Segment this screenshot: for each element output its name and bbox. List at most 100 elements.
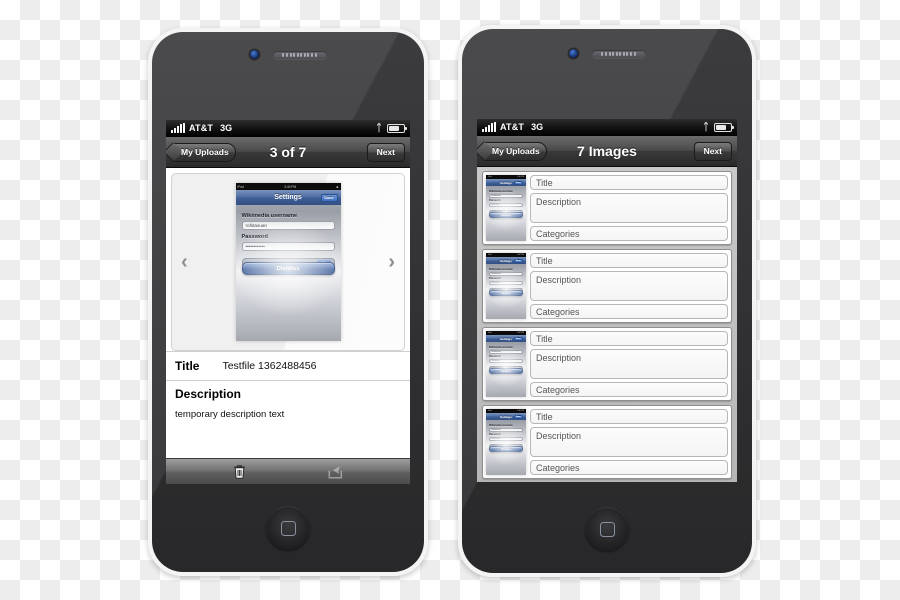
categories-input[interactable]: Categories [530, 460, 728, 475]
home-button-right[interactable] [585, 507, 629, 551]
categories-input[interactable]: Categories [530, 226, 728, 241]
phone-right-top-hardware [462, 49, 752, 58]
title-input[interactable]: Title [530, 331, 728, 346]
list-item[interactable]: iPod 3:40 PM Settings Done Wikimedia use… [482, 327, 732, 401]
nav-bar-right: My Uploads 7 Images Next [477, 136, 737, 167]
screenshot-nav-bar: Settings Done [235, 190, 341, 205]
screenshot-username-field: rohitaxuan [241, 221, 335, 230]
uploads-list[interactable]: iPod 3:40 PM Settings Done Wikimedia use… [477, 167, 737, 482]
my-uploads-back-button[interactable]: My Uploads [171, 142, 236, 162]
thumb-done-button: Done [513, 180, 523, 185]
thumb-nav-bar: Settings Done [486, 257, 526, 264]
thumb-device-label: iPod [488, 332, 492, 334]
screenshot-time-label: 3:40 PM [284, 184, 297, 189]
phone-left-screen: AT&T 3G ᛏ My Uploads 3 of 7 Next ‹ iPod … [166, 120, 410, 484]
thumb-password-label: Password [489, 433, 501, 436]
front-camera-icon [568, 49, 578, 58]
carrier-label: AT&T [500, 122, 525, 132]
canvas: AT&T 3G ᛏ My Uploads 3 of 7 Next ‹ iPod … [0, 0, 900, 600]
thumb-time-label: 3:40 PM [517, 332, 524, 334]
thumb-username-label: Wikimedia username [489, 267, 513, 271]
carrier-label: AT&T [189, 123, 214, 133]
home-button-left[interactable] [266, 506, 310, 550]
bluetooth-icon: ᛏ [376, 122, 382, 134]
thumb-nav-bar: Settings Done [486, 413, 526, 420]
list-item-fields: Title Description Categories [530, 175, 728, 241]
list-item[interactable]: iPod 3:40 PM Settings Done Wikimedia use… [482, 405, 732, 479]
thumb-nav-title: Settings [500, 258, 512, 263]
thumb-password-field: •••••••••••• [489, 203, 523, 207]
phone-right-screen: AT&T 3G ᛏ My Uploads 7 Images Next iPod … [477, 119, 737, 482]
description-label: Description [166, 380, 410, 404]
network-type-label: 3G [531, 122, 544, 132]
next-image-arrow-icon[interactable]: › [388, 252, 395, 272]
list-item[interactable]: iPod 3:40 PM Settings Done Wikimedia use… [482, 171, 732, 245]
description-input[interactable]: Description [530, 193, 728, 223]
thumb-done-button: Done [513, 258, 523, 263]
description-input[interactable]: Description [530, 349, 728, 379]
thumb-username-label: Wikimedia username [489, 345, 513, 349]
title-row[interactable]: Title Testfile 1362488456 [166, 351, 410, 380]
description-input[interactable]: Description [530, 271, 728, 301]
share-icon[interactable] [328, 465, 343, 479]
title-input[interactable]: Title [530, 409, 728, 424]
screenshot-password-label: Password [241, 234, 268, 240]
screenshot-battery-icon: ■ [336, 184, 339, 189]
title-input[interactable]: Title [530, 253, 728, 268]
thumb-device-label: iPod [488, 410, 492, 412]
list-item[interactable]: iPod 3:40 PM Settings Done Wikimedia use… [482, 249, 732, 323]
screenshot-dismiss-button: Dismiss [241, 262, 335, 275]
thumb-nav-bar: Settings Done [486, 335, 526, 342]
next-button[interactable]: Next [693, 141, 732, 161]
uploaded-image-preview: iPod 3:40 PM ■ Settings Done Wikimedia u… [235, 183, 341, 341]
screenshot-username-label: Wikimedia username [241, 213, 298, 219]
screenshot-nav-title: Settings [274, 194, 302, 201]
list-item-fields: Title Description Categories [530, 331, 728, 397]
status-bar-right: AT&T 3G ᛏ [477, 119, 737, 136]
thumb-password-field: •••••••••••• [489, 437, 523, 441]
description-input[interactable]: Description [530, 427, 728, 457]
screenshot-form: Wikimedia username rohitaxuan Password •… [236, 205, 341, 341]
my-uploads-back-button[interactable]: My Uploads [482, 141, 547, 161]
status-bar-left: AT&T 3G ᛏ [166, 120, 410, 137]
thumb-nav-title: Settings [500, 336, 512, 341]
thumb-nav-title: Settings [500, 414, 512, 419]
battery-icon [387, 124, 408, 133]
image-preview-stage[interactable]: ‹ iPod 3:40 PM ■ Settings Done Wikimedia… [171, 173, 405, 351]
phone-left-top-hardware [152, 50, 424, 59]
phone-right: AT&T 3G ᛏ My Uploads 7 Images Next iPod … [458, 25, 756, 577]
previous-image-arrow-icon[interactable]: ‹ [181, 252, 188, 272]
thumb-password-label: Password [489, 199, 501, 202]
upload-thumbnail: iPod 3:40 PM Settings Done Wikimedia use… [486, 409, 526, 475]
next-button[interactable]: Next [366, 142, 405, 162]
upload-thumbnail: iPod 3:40 PM Settings Done Wikimedia use… [486, 175, 526, 241]
thumb-form: Wikimedia username rohitaxuan Password •… [486, 342, 526, 397]
status-bar-right-group: ᛏ [703, 122, 735, 133]
thumb-device-label: iPod [488, 176, 492, 178]
categories-input[interactable]: Categories [530, 382, 728, 397]
home-square-icon [599, 521, 615, 537]
thumb-dismiss-button: Dismiss [489, 290, 523, 296]
thumb-nav-title: Settings [500, 180, 512, 185]
thumb-dismiss-button: Dismiss [489, 368, 523, 374]
phone-left: AT&T 3G ᛏ My Uploads 3 of 7 Next ‹ iPod … [148, 28, 428, 576]
screenshot-status-bar: iPod 3:40 PM ■ [235, 183, 341, 190]
categories-input[interactable]: Categories [530, 304, 728, 319]
thumb-username-field: rohitaxuan [489, 271, 523, 276]
trash-icon[interactable] [233, 464, 246, 479]
thumb-username-label: Wikimedia username [489, 423, 513, 427]
screenshot-done-button: Done [320, 193, 338, 202]
thumb-dismiss-button: Dismiss [489, 212, 523, 218]
signal-strength-icon [171, 123, 185, 133]
title-input[interactable]: Title [530, 175, 728, 190]
upload-thumbnail: iPod 3:40 PM Settings Done Wikimedia use… [486, 331, 526, 397]
title-label: Title [175, 359, 200, 373]
thumb-device-label: iPod [488, 254, 492, 256]
thumb-time-label: 3:40 PM [517, 176, 524, 178]
thumb-form: Wikimedia username rohitaxuan Password •… [486, 420, 526, 475]
upload-thumbnail: iPod 3:40 PM Settings Done Wikimedia use… [486, 253, 526, 319]
earpiece-speaker [591, 49, 646, 58]
detail-toolbar [166, 458, 410, 484]
description-value[interactable]: temporary description text [166, 404, 410, 458]
thumb-time-label: 3:40 PM [517, 410, 524, 412]
